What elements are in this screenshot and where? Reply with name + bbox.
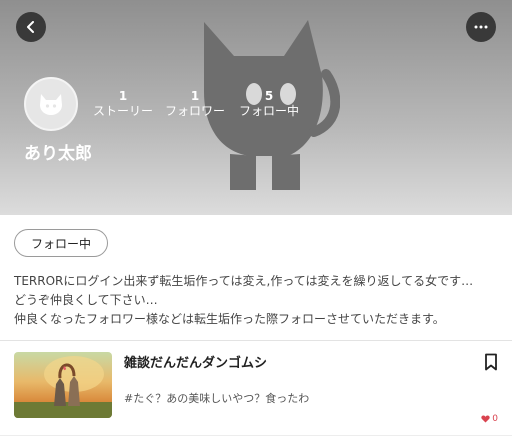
heart-icon [481,415,490,423]
followers-count[interactable]: 1 フォロワー [164,89,226,119]
profile-bio: TERRORにログイン出来ず転生垢作っては変え,作っては変えを繰り返してる女です… [14,272,504,329]
following-count-label: フォロー中 [238,104,299,118]
avatar[interactable] [24,77,78,131]
story-thumbnail[interactable] [14,352,112,418]
cat-avatar-icon [40,94,62,115]
like-count: 0 [481,414,498,424]
bookmark-icon[interactable] [484,353,498,371]
bio-line: 仲良くなったフォロワー様などは転生垢作った際フォローさせていただきます。 [14,312,445,326]
like-count-value: 0 [492,414,498,424]
followers-count-value: 1 [190,89,200,103]
bio-line: TERRORにログイン出来ず転生垢作っては変え,作っては変えを繰り返してる女です… [14,274,474,288]
followers-count-label: フォロワー [164,104,225,118]
following-count-value: 5 [264,89,274,103]
stories-count-value: 1 [118,89,128,103]
story-tags[interactable]: #たぐ？あの美味しいやつ？食ったわ [124,390,309,406]
more-horizontal-icon [474,25,488,29]
story-list-item[interactable]: 雑談だんだんダンゴムシ #たぐ？あの美味しいやつ？食ったわ 0 [0,341,512,442]
stories-count-label: ストーリー [92,104,153,118]
bio-line: どうぞ仲良くして下さい… [14,293,158,307]
back-button[interactable] [16,12,46,42]
following-button[interactable]: フォロー中 [14,229,108,257]
more-options-button[interactable] [466,12,496,42]
username: あり太郎 [24,144,92,164]
divider [0,435,512,436]
cats-photo-image [14,356,112,418]
chevron-left-icon [27,21,34,33]
profile-header-background: 1 ストーリー 1 フォロワー 5 フォロー中 あり太郎 [0,0,512,215]
stories-count[interactable]: 1 ストーリー [92,89,154,119]
story-title[interactable]: 雑談だんだんダンゴムシ [124,352,267,371]
following-count[interactable]: 5 フォロー中 [236,89,302,119]
